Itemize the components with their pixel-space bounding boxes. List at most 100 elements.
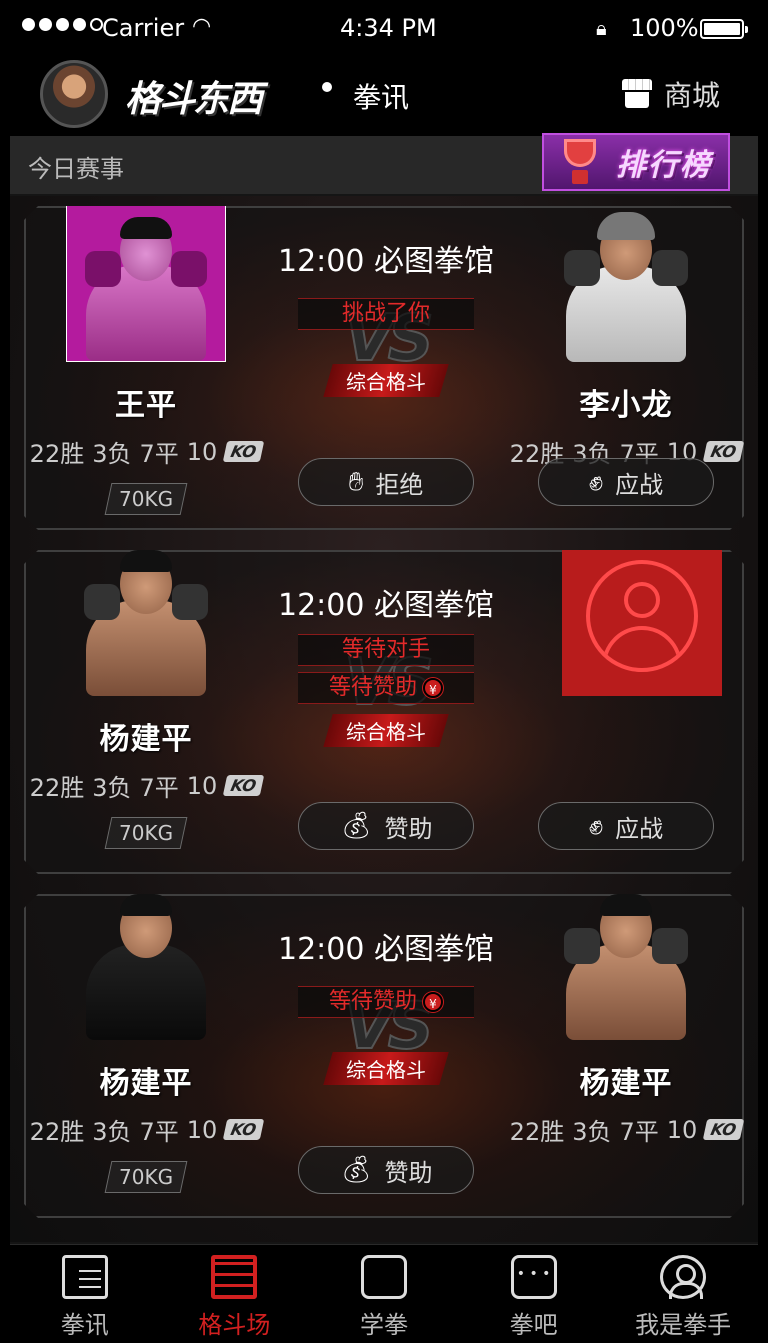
draws: 7平 <box>139 440 179 468</box>
sponsor-button[interactable]: 💰︎ 赞助 <box>298 802 474 850</box>
shop-icon <box>622 79 652 109</box>
ko-count: 10 <box>666 1115 698 1144</box>
shop-button[interactable]: 商城 <box>622 74 720 114</box>
carrier-name: Carrier <box>102 14 185 42</box>
sponsor-label: 赞助 <box>384 814 433 843</box>
ko-badge: KO <box>703 1119 744 1140</box>
ko-badge: KO <box>703 441 744 462</box>
tab-label: 我是拳手 <box>635 1311 732 1339</box>
match-info: 12:00 必图拳馆 VS 等待对手 等待赞助¥ 综合格斗 <box>266 580 506 747</box>
tab-label: 格斗场 <box>198 1311 271 1339</box>
yen-icon: ¥ <box>423 678 443 698</box>
ranking-label: 排行榜 <box>616 148 712 183</box>
match-card[interactable]: 杨建平 22胜 3负 7平 10 KO 70KG 12:00 必图拳馆 VS 等… <box>24 550 744 874</box>
weight-class-badge: 70KG <box>105 1161 188 1193</box>
profile-icon <box>660 1255 707 1299</box>
sponsor-status-banner: 等待赞助 ¥ <box>298 986 474 1018</box>
learn-boxing-icon <box>360 1255 407 1299</box>
ko-badge: KO <box>223 441 264 462</box>
match-list[interactable]: 王平 22胜 3负 7平 10 KO 70KG 12:00 必图拳馆 VS 挑战… <box>10 196 758 1242</box>
tab-learn[interactable]: 学拳 <box>309 1245 459 1343</box>
fighter-photo[interactable] <box>66 202 226 362</box>
money-bag-icon: 💰︎ <box>339 1155 373 1185</box>
draws: 7平 <box>619 1118 659 1146</box>
losses: 3负 <box>572 1118 612 1146</box>
left-fighter[interactable]: 杨建平 22胜 3负 7平 10 KO 70KG <box>26 536 266 849</box>
empty-opponent-slot[interactable] <box>562 536 722 696</box>
status-bar: Carrier ◠ 4:34 PM 🔒︎ 100% <box>10 0 758 56</box>
fighter-photo[interactable] <box>66 880 226 1040</box>
losses: 3负 <box>92 1118 132 1146</box>
shop-label: 商城 <box>664 79 721 112</box>
bottom-tab-bar: 拳讯 格斗场 学拳 拳吧 我是拳手 <box>10 1244 758 1343</box>
tab-arena[interactable]: 格斗场 <box>160 1245 310 1343</box>
wins: 22胜 <box>29 1118 85 1146</box>
fighter-name: 杨建平 <box>579 1066 673 1101</box>
app-screen: Carrier ◠ 4:34 PM 🔒︎ 100% 格斗东西 拳讯 商城 今日赛… <box>10 0 758 1343</box>
draws: 7平 <box>139 774 179 802</box>
losses: 3负 <box>92 774 132 802</box>
match-type-tag: 综合格斗 <box>323 364 448 397</box>
match-info: 12:00 必图拳馆 VS 挑战了你 综合格斗 <box>266 236 506 397</box>
ranking-button[interactable]: 排行榜 <box>542 133 730 191</box>
fighter-name: 杨建平 <box>99 722 193 757</box>
accept-challenge-button[interactable]: ✊︎ 应战 <box>538 802 714 850</box>
tab-profile[interactable]: 我是拳手 <box>608 1245 758 1343</box>
match-time-venue: 12:00 必图拳馆 <box>278 588 494 623</box>
fist-punch-icon: ✊︎ <box>588 466 604 497</box>
reject-button[interactable]: ✋︎ 拒绝 <box>298 458 474 506</box>
wins: 22胜 <box>29 774 85 802</box>
app-header: 格斗东西 拳讯 商城 <box>10 56 758 136</box>
ko-count: 10 <box>186 437 218 466</box>
weight-class-badge: 70KG <box>105 817 188 849</box>
sponsor-label: 赞助 <box>384 1158 433 1187</box>
tab-label: 学拳 <box>359 1311 408 1339</box>
right-fighter[interactable]: 杨建平 22胜 3负 7平 10 KO <box>506 880 746 1147</box>
tab-news[interactable]: 拳讯 <box>10 1245 160 1343</box>
fighter-record: 22胜 3负 7平 10 KO <box>26 768 266 803</box>
yen-icon: ¥ <box>423 992 443 1012</box>
accept-label: 应战 <box>615 470 664 499</box>
fighter-name: 李小龙 <box>579 388 673 423</box>
wins: 22胜 <box>29 440 85 468</box>
app-logo: 格斗东西 <box>125 79 263 120</box>
right-fighter[interactable]: 李小龙 22胜 3负 7平 10 KO <box>506 202 746 469</box>
draws: 7平 <box>139 1118 179 1146</box>
match-card[interactable]: 杨建平 22胜 3负 7平 10 KO 70KG 12:00 必图拳馆 VS 等… <box>24 894 744 1218</box>
ko-badge: KO <box>223 1119 264 1140</box>
accept-label: 应战 <box>615 814 664 843</box>
match-card[interactable]: 王平 22胜 3负 7平 10 KO 70KG 12:00 必图拳馆 VS 挑战… <box>24 206 744 530</box>
reject-label: 拒绝 <box>375 470 424 499</box>
rotation-lock-icon: 🔒︎ <box>596 16 607 40</box>
fighter-record: 22胜 3负 7平 10 KO <box>26 434 266 469</box>
user-avatar[interactable] <box>40 60 108 128</box>
losses: 3负 <box>92 440 132 468</box>
tab-forum[interactable]: 拳吧 <box>459 1245 609 1343</box>
match-type-tag: 综合格斗 <box>323 714 448 747</box>
battery-icon <box>700 19 748 39</box>
fighter-record: 22胜 3负 7平 10 KO <box>26 1112 266 1147</box>
match-status-banner: 挑战了你 <box>298 298 474 330</box>
fighter-photo[interactable] <box>546 880 706 1040</box>
tab-label: 拳吧 <box>509 1311 558 1339</box>
sponsor-button[interactable]: 💰︎ 赞助 <box>298 1146 474 1194</box>
accept-challenge-button[interactable]: ✊︎ 应战 <box>538 458 714 506</box>
left-fighter[interactable]: 王平 22胜 3负 7平 10 KO 70KG <box>26 202 266 515</box>
fighter-photo[interactable] <box>66 536 226 696</box>
left-fighter[interactable]: 杨建平 22胜 3负 7平 10 KO 70KG <box>26 880 266 1193</box>
match-time-venue: 12:00 必图拳馆 <box>278 932 494 967</box>
hand-stop-icon: ✋︎ <box>348 466 364 497</box>
fighter-name: 杨建平 <box>99 1066 193 1101</box>
clock: 4:34 PM <box>340 14 437 42</box>
fighter-photo[interactable] <box>546 202 706 362</box>
battery-percent: 100% <box>630 14 699 42</box>
separator-dot <box>322 82 332 92</box>
boxing-ring-icon <box>211 1255 258 1299</box>
weight-class-badge: 70KG <box>105 483 188 515</box>
match-info: 12:00 必图拳馆 VS 等待赞助 ¥ 综合格斗 <box>266 924 506 1085</box>
tab-label: 拳讯 <box>60 1311 109 1339</box>
today-events-label: 今日赛事 <box>28 155 124 183</box>
match-type-tag: 综合格斗 <box>323 1052 448 1085</box>
header-subtitle[interactable]: 拳讯 <box>353 76 409 116</box>
money-bag-icon: 💰︎ <box>339 811 373 841</box>
